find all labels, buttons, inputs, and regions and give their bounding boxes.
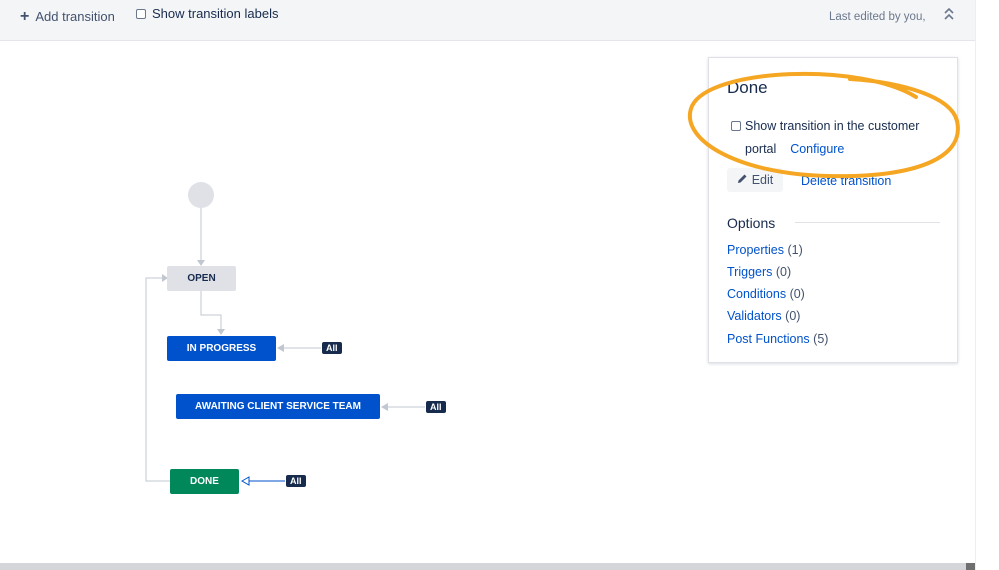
- post-functions-link[interactable]: Post Functions: [727, 332, 810, 346]
- status-in-progress-label: IN PROGRESS: [186, 343, 257, 354]
- diagram-toolbar: + Add transition Show transition labels …: [0, 0, 975, 41]
- status-done[interactable]: DONE: [170, 469, 239, 494]
- show-transition-labels-toggle[interactable]: Show transition labels: [136, 6, 278, 21]
- option-conditions: Conditions (0): [727, 287, 805, 301]
- properties-link[interactable]: Properties: [727, 243, 784, 257]
- global-transition-tag-done[interactable]: All: [286, 475, 306, 487]
- option-validators: Validators (0): [727, 309, 800, 323]
- horizontal-scrollbar[interactable]: [0, 563, 975, 570]
- triggers-link[interactable]: Triggers: [727, 265, 772, 279]
- last-edited-text: Last edited by you,: [829, 11, 926, 23]
- options-heading: Options: [727, 215, 776, 231]
- triggers-count: (0): [775, 265, 792, 279]
- conditions-link[interactable]: Conditions: [727, 287, 786, 301]
- double-chevron-up-icon[interactable]: [944, 7, 954, 21]
- show-labels-label: Show transition labels: [152, 6, 279, 21]
- status-open-label: OPEN: [187, 273, 216, 284]
- status-awaiting-client-service-team[interactable]: AWAITING CLIENT SERVICE TEAM: [176, 394, 380, 419]
- global-transition-tag-awaiting[interactable]: All: [426, 401, 446, 413]
- status-open[interactable]: OPEN: [167, 266, 236, 291]
- option-properties: Properties (1): [727, 243, 803, 257]
- properties-count: (1): [787, 243, 803, 257]
- plus-icon: +: [20, 7, 30, 25]
- vertical-scrollbar[interactable]: [975, 0, 999, 570]
- add-transition-button[interactable]: + Add transition: [20, 7, 115, 25]
- initial-node: [188, 182, 214, 208]
- validators-link[interactable]: Validators: [727, 309, 782, 323]
- option-triggers: Triggers (0): [727, 265, 791, 279]
- status-awaiting-label: AWAITING CLIENT SERVICE TEAM: [195, 401, 361, 412]
- highlight-annotation-circle: [688, 71, 960, 179]
- option-post-functions: Post Functions (5): [727, 332, 828, 346]
- add-transition-label: Add transition: [35, 9, 115, 24]
- global-transition-tag-in-progress[interactable]: All: [322, 342, 342, 354]
- validators-count: (0): [785, 309, 801, 323]
- show-labels-checkbox[interactable]: [136, 8, 146, 19]
- status-in-progress[interactable]: IN PROGRESS: [167, 336, 276, 361]
- options-divider: [795, 222, 940, 223]
- status-done-label: DONE: [190, 476, 219, 487]
- scrollbar-thumb[interactable]: [966, 563, 975, 570]
- workflow-connectors: [145, 182, 425, 486]
- post-functions-count: (5): [813, 332, 829, 346]
- conditions-count: (0): [789, 287, 805, 301]
